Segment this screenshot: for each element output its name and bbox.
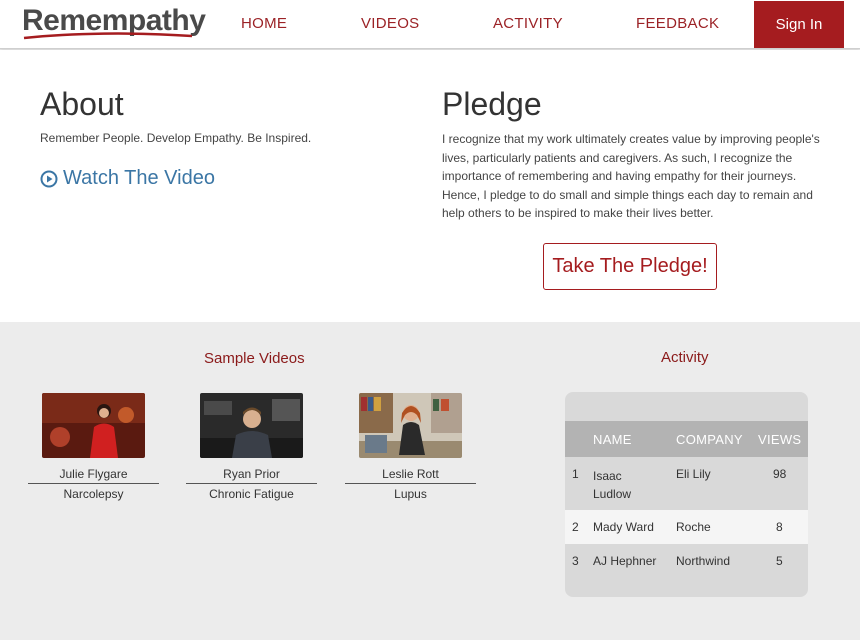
row-name: Isaac Ludlow [593, 467, 631, 503]
column-header-views: VIEWS [758, 432, 802, 447]
video-person-name: Ryan Prior [186, 467, 317, 484]
video-person-name: Leslie Rott [345, 467, 476, 484]
about-title: About [40, 86, 124, 122]
play-circle-icon [40, 170, 58, 187]
pledge-text: I recognize that my work ultimately crea… [442, 132, 820, 220]
video-card-leslie[interactable]: Leslie Rott Lupus [345, 393, 476, 501]
row-views: 5 [776, 554, 783, 568]
row-views: 8 [776, 520, 783, 534]
top-nav-bar: Remempathy HOME VIDEOS ACTIVITY FEEDBACK… [0, 0, 860, 49]
video-person-name: Julie Flygare [28, 467, 159, 484]
video-thumbnail[interactable] [42, 393, 145, 458]
row-name: Mady Ward [593, 520, 654, 534]
remempathy-logo[interactable]: Remempathy [22, 4, 206, 42]
nav-videos[interactable]: VIDEOS [361, 15, 419, 32]
about-tagline: Remember People. Develop Empathy. Be Ins… [40, 131, 312, 145]
take-pledge-button[interactable]: Take The Pledge! [543, 243, 717, 290]
pledge-title: Pledge [442, 86, 542, 122]
row-company: Eli Lily [676, 467, 711, 481]
column-header-company: COMPANY [676, 432, 743, 447]
row-company: Roche [676, 520, 711, 534]
column-header-name: NAME [593, 432, 632, 447]
table-header: NAME COMPANY VIEWS [565, 421, 808, 457]
video-card-ryan[interactable]: Ryan Prior Chronic Fatigue [186, 393, 317, 501]
watch-video-link[interactable]: Watch The Video [40, 167, 215, 190]
row-name: AJ Hephner [593, 554, 657, 568]
row-rank: 3 [572, 554, 579, 568]
video-thumbnail[interactable] [200, 393, 303, 458]
intro-section: About Remember People. Develop Empathy. … [0, 50, 860, 322]
row-rank: 2 [572, 520, 579, 534]
row-views: 98 [773, 467, 787, 481]
video-thumbnail[interactable] [359, 393, 462, 458]
row-company: Northwind [676, 554, 731, 568]
row-name-last: Ludlow [593, 487, 632, 501]
table-row: 3 AJ Hephner Northwind 5 [565, 544, 808, 578]
activity-table: NAME COMPANY VIEWS 1 Isaac Ludlow Eli Lil… [565, 392, 808, 597]
nav-home[interactable]: HOME [241, 15, 287, 32]
table-row: 1 Isaac Ludlow Eli Lily 98 [565, 457, 808, 510]
row-name-first: Isaac [593, 469, 622, 483]
video-condition: Narcolepsy [63, 487, 124, 501]
row-rank: 1 [572, 467, 579, 481]
logo-swoosh-icon [23, 32, 193, 40]
activity-title: Activity [661, 349, 709, 366]
sign-in-button[interactable]: Sign In [754, 1, 844, 48]
sample-videos-title: Sample Videos [204, 350, 305, 367]
watch-video-label: Watch The Video [63, 167, 215, 189]
video-condition: Chronic Fatigue [209, 487, 294, 501]
table-row: 2 Mady Ward Roche 8 [565, 510, 808, 544]
video-card-julie[interactable]: Julie Flygare Narcolepsy [28, 393, 159, 501]
nav-activity[interactable]: ACTIVITY [493, 15, 563, 32]
video-condition: Lupus [394, 487, 427, 501]
nav-feedback[interactable]: FEEDBACK [636, 15, 719, 32]
